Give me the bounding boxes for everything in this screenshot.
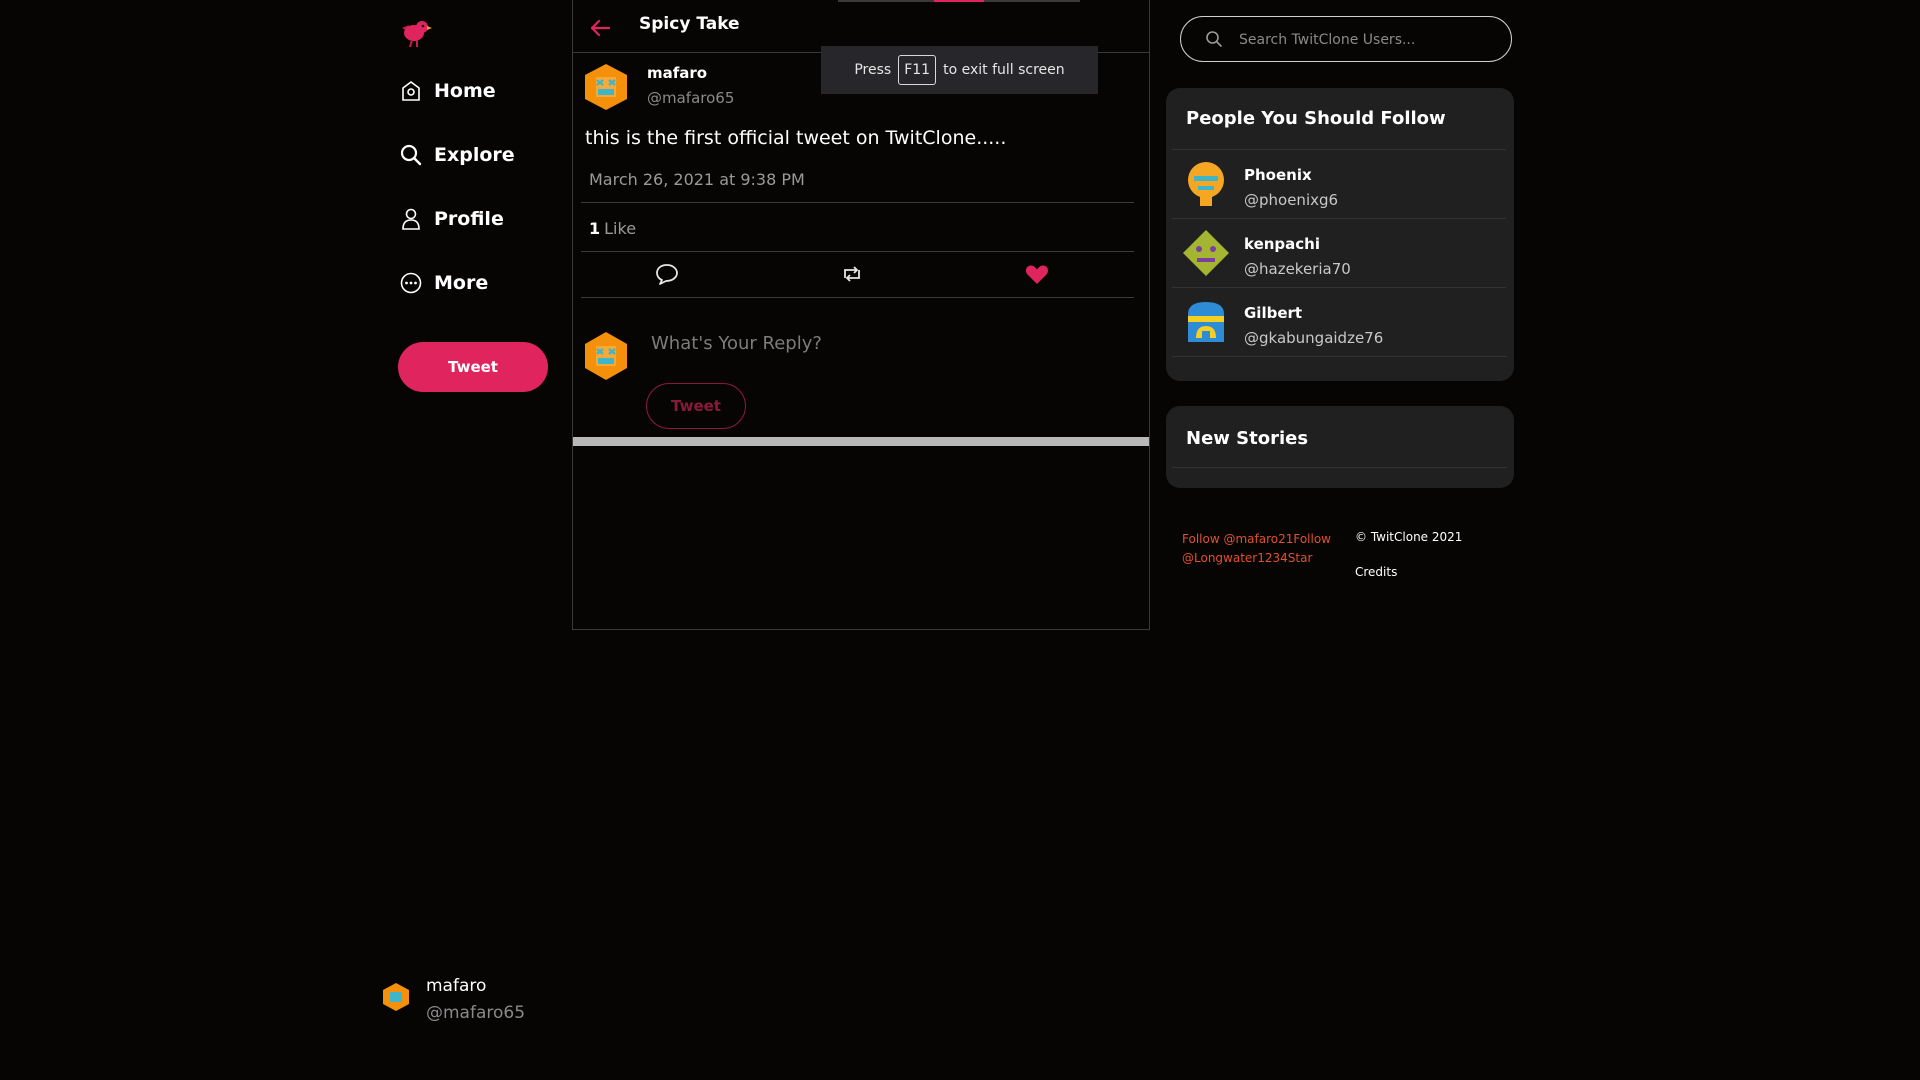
divider — [581, 202, 1134, 203]
nav-explore-label: Explore — [434, 144, 515, 166]
footer-credits-link[interactable]: Credits — [1355, 565, 1397, 579]
who-to-follow-title: People You Should Follow — [1186, 108, 1446, 129]
bird-logo-icon[interactable] — [398, 16, 432, 50]
divider — [1172, 356, 1506, 357]
avatar — [1188, 302, 1224, 342]
f11-key: F11 — [898, 55, 937, 85]
more-icon — [400, 272, 422, 294]
tweet-detail-column: Spicy Take mafaro @mafaro65 this is the … — [572, 0, 1150, 630]
thread-separator — [573, 437, 1149, 446]
new-stories-panel: New Stories — [1166, 406, 1514, 488]
footer-follow-links[interactable]: Follow @mafaro21Follow @Longwater1234Sta… — [1182, 530, 1332, 568]
nav-profile[interactable]: Profile — [398, 206, 504, 232]
reply-input[interactable] — [649, 324, 1113, 362]
tweet-author-handle[interactable]: @mafaro65 — [647, 89, 734, 107]
back-arrow-icon[interactable] — [589, 17, 611, 39]
search-icon — [1206, 31, 1222, 47]
follow-suggestion-handle: @hazekeria70 — [1244, 260, 1351, 278]
current-user-handle: @mafaro65 — [426, 1003, 526, 1023]
footer-copyright: © TwitClone 2021 — [1355, 530, 1463, 544]
follow-suggestion-handle: @phoenixg6 — [1244, 191, 1339, 209]
like-label: Like — [604, 219, 637, 238]
comment-icon[interactable] — [654, 262, 680, 286]
search-input[interactable] — [1237, 25, 1501, 55]
follow-suggestion[interactable]: Phoenix @phoenixg6 — [1172, 150, 1506, 218]
heart-icon[interactable] — [1024, 262, 1050, 286]
current-user-name: mafaro — [426, 976, 487, 996]
nav-explore[interactable]: Explore — [398, 142, 515, 168]
retweet-icon[interactable] — [839, 262, 865, 286]
fullscreen-notice: Press F11 to exit full screen — [821, 46, 1098, 94]
fullscreen-notice-prefix: Press — [854, 62, 892, 78]
search-icon — [400, 144, 422, 166]
like-count-row[interactable]: 1 Like — [589, 219, 636, 238]
user-search[interactable] — [1180, 16, 1512, 62]
who-to-follow-panel: People You Should Follow Phoenix @phoeni… — [1166, 88, 1514, 381]
nav-more-label: More — [434, 272, 489, 294]
divider — [581, 297, 1134, 298]
reply-tweet-button[interactable]: Tweet — [646, 383, 746, 429]
divider — [581, 251, 1134, 252]
home-icon — [402, 81, 420, 101]
tweet-text: this is the first official tweet on Twit… — [585, 127, 1007, 149]
divider — [1172, 467, 1506, 468]
tweet-timestamp: March 26, 2021 at 9:38 PM — [589, 170, 805, 189]
user-icon — [402, 208, 420, 230]
new-stories-title: New Stories — [1186, 428, 1309, 449]
avatar — [383, 983, 409, 1011]
follow-suggestion[interactable]: kenpachi @hazekeria70 — [1172, 219, 1506, 287]
follow-suggestion-name: Phoenix — [1244, 166, 1312, 184]
reply-avatar — [585, 332, 627, 380]
follow-suggestion-handle: @gkabungaidze76 — [1244, 329, 1384, 347]
fullscreen-notice-suffix: to exit full screen — [943, 62, 1065, 78]
avatar — [1183, 230, 1229, 276]
nav-home-label: Home — [434, 80, 496, 102]
like-count: 1 — [589, 219, 601, 238]
avatar — [1188, 162, 1224, 206]
tweet-author-avatar[interactable] — [583, 62, 629, 112]
nav-home[interactable]: Home — [398, 78, 496, 104]
tweet-author-name[interactable]: mafaro — [647, 64, 707, 82]
nav-more[interactable]: More — [398, 270, 488, 296]
follow-suggestion[interactable]: Gilbert @gkabungaidze76 — [1172, 288, 1506, 356]
follow-suggestion-name: kenpachi — [1244, 235, 1320, 253]
follow-suggestion-name: Gilbert — [1244, 304, 1303, 322]
page-title: Spicy Take — [639, 14, 740, 34]
nav-profile-label: Profile — [434, 208, 504, 230]
current-user-card[interactable]: mafaro @mafaro65 — [382, 976, 525, 1023]
compose-tweet-button[interactable]: Tweet — [398, 342, 548, 392]
